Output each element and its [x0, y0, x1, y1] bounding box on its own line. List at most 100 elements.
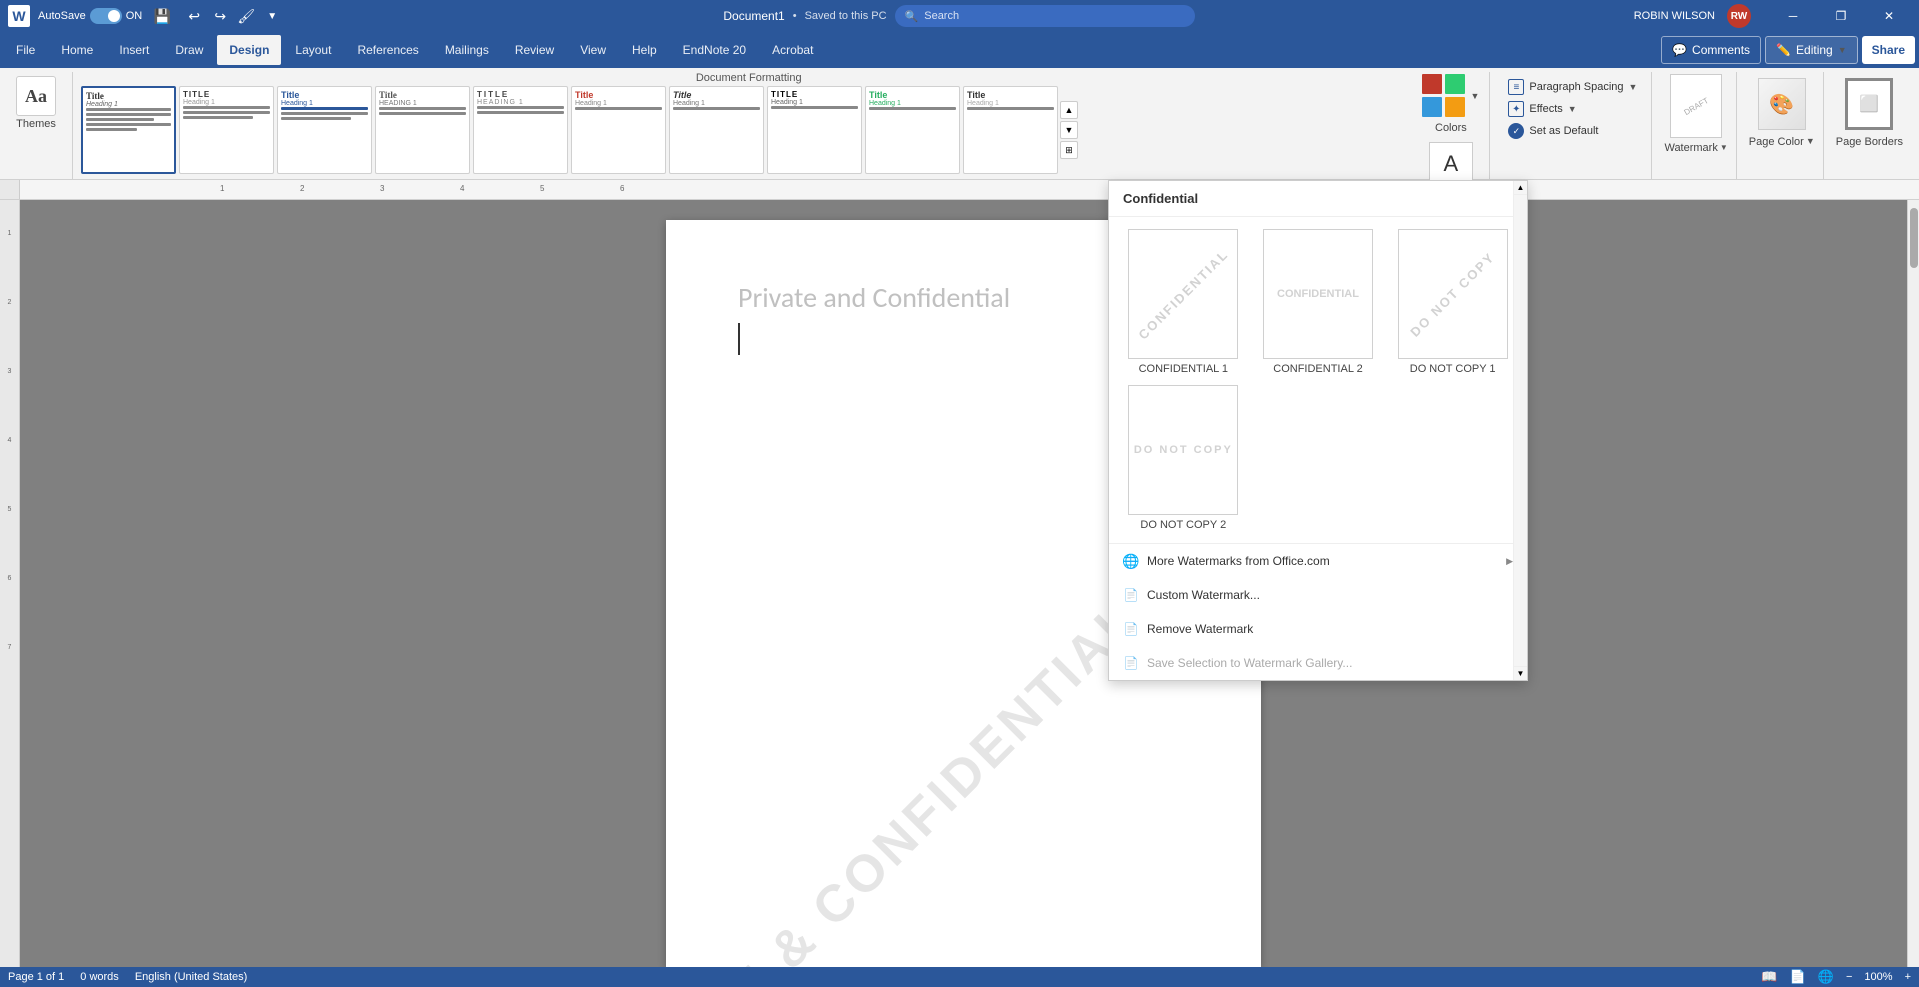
colors-label: Colors	[1435, 122, 1467, 134]
tab-review[interactable]: Review	[503, 35, 566, 65]
watermark-button[interactable]: DRAFT	[1670, 74, 1722, 138]
theme-item-minimal[interactable]: Title Heading 1	[963, 86, 1058, 174]
theme-title-6: Title	[575, 90, 662, 100]
panel-scroll-down[interactable]: ▼	[1514, 666, 1527, 680]
custom-watermark-item[interactable]: 📄 Custom Watermark...	[1109, 578, 1527, 612]
editing-chevron: ▼	[1838, 45, 1847, 55]
wm-item-confidential2[interactable]: CONFIDENTIAL CONFIDENTIAL 2	[1256, 229, 1381, 375]
restore-button[interactable]: ❐	[1819, 0, 1863, 32]
search-box[interactable]: 🔍 Search	[895, 5, 1195, 27]
undo-button[interactable]: ↩	[182, 4, 206, 28]
title-bar-right: ROBIN WILSON RW ─ ❐ ✕	[1634, 0, 1911, 32]
wm-label-confidential2: CONFIDENTIAL 2	[1273, 363, 1362, 375]
remove-watermark-item[interactable]: 📄 Remove Watermark	[1109, 612, 1527, 646]
save-selection-label: Save Selection to Watermark Gallery...	[1147, 656, 1352, 670]
view-mode-web[interactable]: 🌐	[1818, 969, 1834, 985]
zoom-out[interactable]: −	[1846, 971, 1852, 983]
canvas-area[interactable]: PRIVATE & CONFIDENTIAL Private and Confi…	[20, 200, 1907, 987]
colors-chevron[interactable]: ▼	[1470, 91, 1479, 101]
status-bar-right: 📖 📄 🌐 − 100% +	[1761, 969, 1911, 985]
tab-acrobat[interactable]: Acrobat	[760, 35, 825, 65]
wm-item-donotcopy2[interactable]: DO NOT COPY DO NOT COPY 2	[1121, 385, 1246, 531]
tab-view[interactable]: View	[568, 35, 618, 65]
tab-home[interactable]: Home	[49, 35, 105, 65]
zoom-in[interactable]: +	[1905, 971, 1911, 983]
user-avatar[interactable]: RW	[1727, 4, 1751, 28]
panel-scroll-up[interactable]: ▲	[1514, 181, 1527, 195]
view-mode-print[interactable]: 📄	[1790, 969, 1806, 985]
watermark-section: DRAFT Watermark ▼	[1656, 72, 1736, 179]
theme-lines-1	[86, 108, 171, 131]
themes-icon: Aa	[16, 76, 56, 116]
paragraph-spacing-button[interactable]: ≡ Paragraph Spacing ▼	[1502, 76, 1643, 98]
editing-button[interactable]: ✏️ Editing ▼	[1765, 36, 1858, 64]
tab-mailings[interactable]: Mailings	[433, 35, 501, 65]
ruler-mark-3: 3	[380, 184, 384, 193]
autosave-pill[interactable]	[90, 8, 122, 24]
wm-item-donotcopy1[interactable]: DO NOT COPY DO NOT COPY 1	[1390, 229, 1515, 375]
ribbon: File Home Insert Draw Design Layout Refe…	[0, 32, 1919, 68]
minimize-button[interactable]: ─	[1771, 0, 1815, 32]
wm-text-donotcopy2: DO NOT COPY	[1134, 444, 1233, 456]
comment-icon: 💬	[1672, 43, 1687, 57]
redo-button[interactable]: ↪	[208, 4, 232, 28]
gallery-scroll-down[interactable]: ▼	[1060, 121, 1078, 139]
autosave-toggle[interactable]: AutoSave ON	[38, 8, 142, 24]
theme-item-modern[interactable]: TITLE HEADING 1	[473, 86, 568, 174]
quick-access-more-button[interactable]: ▼	[260, 4, 284, 28]
colors-row: ▼	[1420, 72, 1481, 120]
gallery-scroll-up[interactable]: ▲	[1060, 101, 1078, 119]
theme-heading-3: Heading 1	[281, 100, 368, 107]
word-logo-icon[interactable]: W	[8, 5, 30, 27]
watermark-chevron[interactable]: ▼	[1720, 143, 1728, 152]
tab-design[interactable]: Design	[217, 35, 281, 65]
tab-references[interactable]: References	[345, 35, 430, 65]
set-default-button[interactable]: ✓ Set as Default	[1502, 120, 1643, 142]
comments-button[interactable]: 💬 Comments	[1661, 36, 1761, 64]
ruler-horizontal: 1 2 3 4 5 6	[20, 180, 1919, 199]
theme-item-vivid[interactable]: Title Heading 1	[865, 86, 960, 174]
close-button[interactable]: ✕	[1867, 0, 1911, 32]
remove-icon-glyph: 📄	[1124, 622, 1139, 636]
tab-insert[interactable]: Insert	[107, 35, 161, 65]
share-button[interactable]: Share	[1862, 36, 1915, 64]
theme-item-formal[interactable]: TITLE Heading 1	[767, 86, 862, 174]
theme-item-colored[interactable]: Title Heading 1	[277, 86, 372, 174]
effects-button[interactable]: ✦ Effects ▼	[1502, 98, 1643, 120]
tab-layout[interactable]: Layout	[283, 35, 343, 65]
gallery-more[interactable]: ⊞	[1060, 141, 1078, 159]
editing-label: Editing	[1796, 43, 1833, 57]
theme-lines-2	[183, 106, 270, 119]
view-mode-read[interactable]: 📖	[1761, 969, 1777, 985]
tab-file[interactable]: File	[4, 35, 47, 65]
page-color-button[interactable]: 🎨	[1754, 74, 1810, 134]
custom-watermark-icon: 📄	[1123, 587, 1139, 603]
save-button[interactable]: 💾	[150, 4, 174, 28]
more-watermarks-item[interactable]: 🌐 More Watermarks from Office.com ▶	[1109, 544, 1527, 578]
search-placeholder: Search	[924, 10, 959, 22]
theme-title-5: TITLE	[477, 90, 564, 99]
wm-item-confidential1[interactable]: CONFIDENTIAL CONFIDENTIAL 1	[1121, 229, 1246, 375]
themes-button[interactable]: Aa Themes	[8, 72, 64, 134]
theme-item-classic[interactable]: Title HEADING 1	[375, 86, 470, 174]
text-cursor	[738, 323, 740, 355]
effects-icon: ✦	[1508, 101, 1524, 117]
theme-line	[379, 107, 466, 110]
theme-line	[281, 107, 368, 110]
tab-draw[interactable]: Draw	[163, 35, 215, 65]
tab-endnote[interactable]: EndNote 20	[671, 35, 758, 65]
tab-help[interactable]: Help	[620, 35, 669, 65]
theme-heading-5: HEADING 1	[477, 99, 564, 106]
page-color-chevron[interactable]: ▼	[1806, 136, 1815, 146]
theme-item-default[interactable]: Title Heading 1	[81, 86, 176, 174]
page-borders-button[interactable]: ⬜	[1841, 74, 1897, 134]
scroll-thumb[interactable]	[1910, 208, 1918, 268]
globe-icon-glyph: 🌐	[1122, 553, 1139, 570]
theme-item-allcaps[interactable]: TITLE Heading 1	[179, 86, 274, 174]
canvas-scrollbar[interactable]	[1907, 200, 1919, 987]
wm-preview-confidential1: CONFIDENTIAL	[1128, 229, 1238, 359]
theme-item-casual[interactable]: Title Heading 1	[571, 86, 666, 174]
format-painter-button[interactable]: 🖌	[234, 4, 258, 28]
themes-section: Aa Themes	[8, 72, 73, 179]
theme-item-elegant[interactable]: Title Heading 1	[669, 86, 764, 174]
